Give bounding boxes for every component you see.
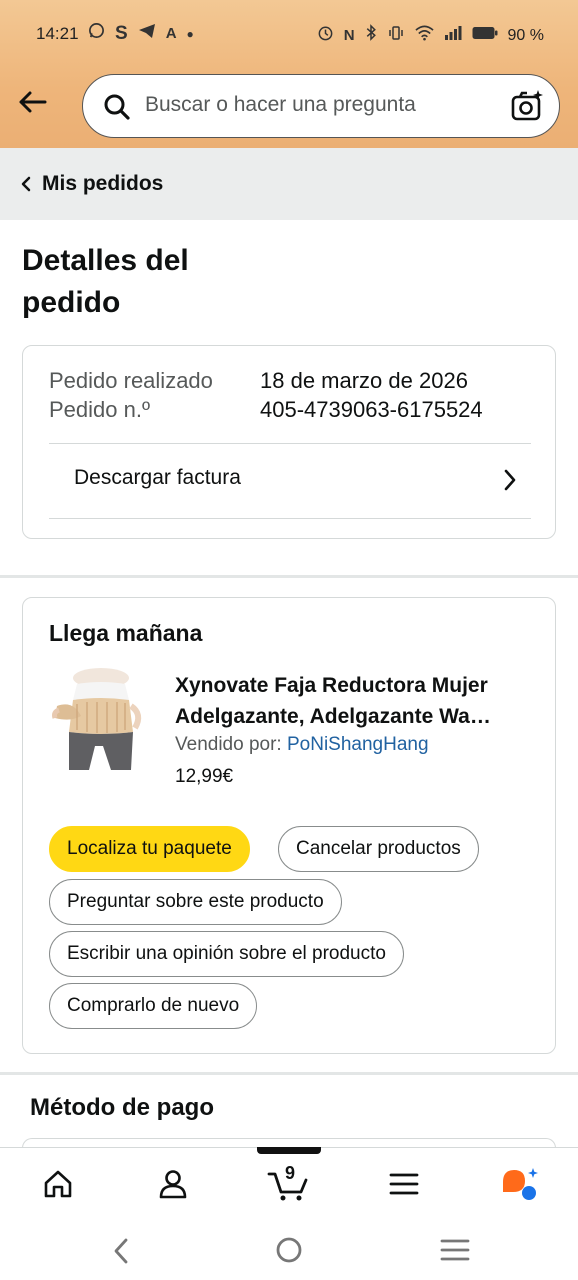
download-invoice-row[interactable]: Descargar factura	[49, 444, 531, 518]
status-system-icons: N 90 %	[317, 24, 544, 47]
search-icon	[103, 93, 131, 126]
camera-search-icon[interactable]	[511, 89, 545, 128]
telegram-icon	[138, 23, 156, 45]
nav-rufus[interactable]	[496, 1162, 544, 1206]
cart-count-badge: 9	[285, 1163, 296, 1183]
nav-account[interactable]	[149, 1162, 197, 1206]
page-title-line1: Detalles del	[22, 244, 189, 277]
product-title-link[interactable]: Xynovate Faja Reductora Mujer Adelgazant…	[175, 670, 541, 732]
nav-home[interactable]	[34, 1162, 82, 1206]
search-placeholder: Buscar o hacer una pregunta	[145, 93, 416, 116]
vibrate-icon	[387, 25, 405, 47]
account-icon	[159, 1170, 187, 1199]
skype-icon: S	[115, 22, 128, 44]
alarm-icon	[317, 24, 334, 47]
order-placed-value: 18 de marzo de 2026	[260, 368, 468, 393]
battery-percentage: 90 %	[507, 26, 544, 44]
product-title-line1: Xynovate Faja Reductora Mujer	[175, 674, 488, 697]
search-input[interactable]: Buscar o hacer una pregunta	[82, 74, 560, 138]
page-title: Detalles del pedido	[22, 240, 262, 324]
app-a-icon: A	[165, 24, 177, 42]
back-arrow-icon	[19, 91, 47, 113]
payment-method-title: Método de pago	[30, 1094, 214, 1121]
wifi-icon	[414, 25, 434, 47]
dot-icon: ●	[186, 26, 194, 41]
order-placed-label: Pedido realizado	[49, 368, 213, 393]
battery-icon	[472, 26, 498, 46]
home-icon	[44, 1170, 72, 1198]
page-title-line2: pedido	[22, 286, 121, 319]
download-invoice-label: Descargar factura	[74, 466, 241, 489]
nav-menu[interactable]	[380, 1162, 428, 1206]
section-divider	[0, 1072, 578, 1075]
system-home-icon[interactable]	[275, 1236, 303, 1269]
section-divider	[0, 575, 578, 578]
seller-prefix: Vendido por:	[175, 734, 287, 755]
system-navigation-bar	[0, 1221, 578, 1280]
nfc-icon: N	[343, 26, 355, 44]
write-review-button[interactable]: Escribir una opinión sobre el producto	[49, 931, 404, 977]
status-bar: 14:21 S A ● N 90 %	[0, 20, 578, 50]
breadcrumb[interactable]: Mis pedidos	[0, 148, 578, 220]
bluetooth-icon	[365, 24, 377, 47]
product-price: 12,99€	[175, 766, 234, 787]
order-info-card: Pedido realizado 18 de marzo de 2026 Ped…	[22, 345, 556, 539]
top-header: 14:21 S A ● N 90 % Buscar o hacer una pr…	[0, 0, 578, 148]
cancel-items-button[interactable]: Cancelar productos	[278, 826, 479, 872]
chevron-right-icon	[503, 468, 517, 497]
ask-product-question-button[interactable]: Preguntar sobre este producto	[49, 879, 342, 925]
active-tab-indicator	[257, 1147, 321, 1154]
delivery-card: Llega mañana Xynovate Faja Reductora Muj…	[22, 597, 556, 1054]
bottom-navigation	[0, 1147, 578, 1221]
order-number-value: 405-4739063-6175524	[260, 397, 483, 422]
track-package-button[interactable]: Localiza tu paquete	[49, 826, 250, 872]
divider	[49, 518, 531, 519]
system-recents-icon[interactable]	[440, 1238, 470, 1267]
product-image[interactable]	[47, 666, 155, 774]
status-time: 14:21	[36, 24, 79, 43]
seller-row: Vendido por: PoNiShangHang	[175, 734, 429, 756]
seller-link[interactable]: PoNiShangHang	[287, 734, 429, 755]
chevron-left-icon	[20, 174, 32, 199]
menu-icon	[389, 1173, 419, 1195]
signal-icon	[444, 25, 462, 46]
rufus-assistant-icon	[503, 1168, 538, 1200]
delivery-status-title: Llega mañana	[49, 620, 203, 646]
product-title-line2: Adelgazante, Adelgazante Wa…	[175, 705, 491, 728]
system-back-icon[interactable]	[110, 1237, 134, 1270]
order-number-label: Pedido n.º	[49, 397, 150, 422]
status-notification-icons: S A ●	[88, 22, 194, 45]
whatsapp-icon	[88, 22, 105, 45]
back-button[interactable]	[14, 84, 50, 120]
buy-again-button[interactable]: Comprarlo de nuevo	[49, 983, 258, 1029]
breadcrumb-label: Mis pedidos	[42, 172, 164, 195]
